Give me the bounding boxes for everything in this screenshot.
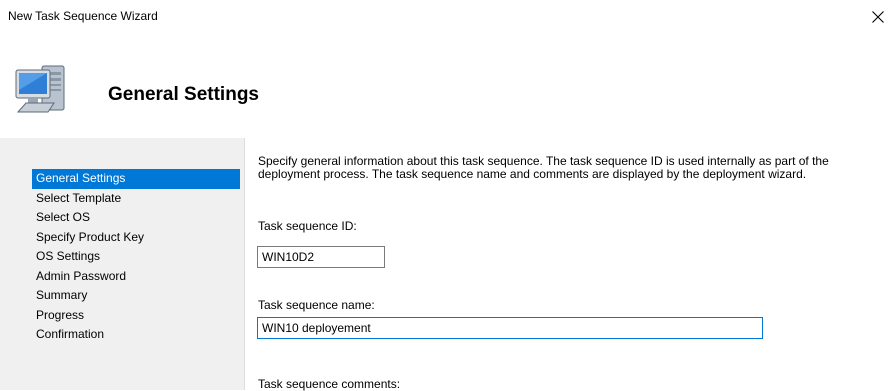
step-list: General Settings Select Template Select … xyxy=(32,169,240,345)
step-specify-product-key[interactable]: Specify Product Key xyxy=(32,228,240,248)
close-icon xyxy=(872,11,884,23)
window-title: New Task Sequence Wizard xyxy=(8,9,158,23)
step-progress[interactable]: Progress xyxy=(32,306,240,326)
wizard-step-nav: General Settings Select Template Select … xyxy=(0,138,245,390)
task-comments-label: Task sequence comments: xyxy=(258,377,401,391)
step-summary[interactable]: Summary xyxy=(32,286,240,306)
description-text: Specify general information about this t… xyxy=(258,155,896,181)
page-title: General Settings xyxy=(108,84,259,105)
task-id-input[interactable] xyxy=(257,246,385,268)
settings-panel: Specify general information about this t… xyxy=(245,138,896,391)
close-button[interactable] xyxy=(860,0,896,34)
step-os-settings[interactable]: OS Settings xyxy=(32,247,240,267)
step-select-os[interactable]: Select OS xyxy=(32,208,240,228)
step-select-template[interactable]: Select Template xyxy=(32,189,240,209)
step-admin-password[interactable]: Admin Password xyxy=(32,267,240,287)
step-confirmation[interactable]: Confirmation xyxy=(32,325,240,345)
task-id-label: Task sequence ID: xyxy=(258,219,357,233)
step-general-settings[interactable]: General Settings xyxy=(32,169,240,189)
wizard-body: General Settings Select Template Select … xyxy=(0,138,896,391)
title-bar: New Task Sequence Wizard xyxy=(0,0,896,34)
task-name-input[interactable] xyxy=(257,317,763,339)
description-line-2: deployment process. The task sequence na… xyxy=(258,167,807,181)
computer-icon xyxy=(15,65,65,113)
wizard-header: General Settings xyxy=(0,34,896,138)
task-name-label: Task sequence name: xyxy=(258,298,375,312)
